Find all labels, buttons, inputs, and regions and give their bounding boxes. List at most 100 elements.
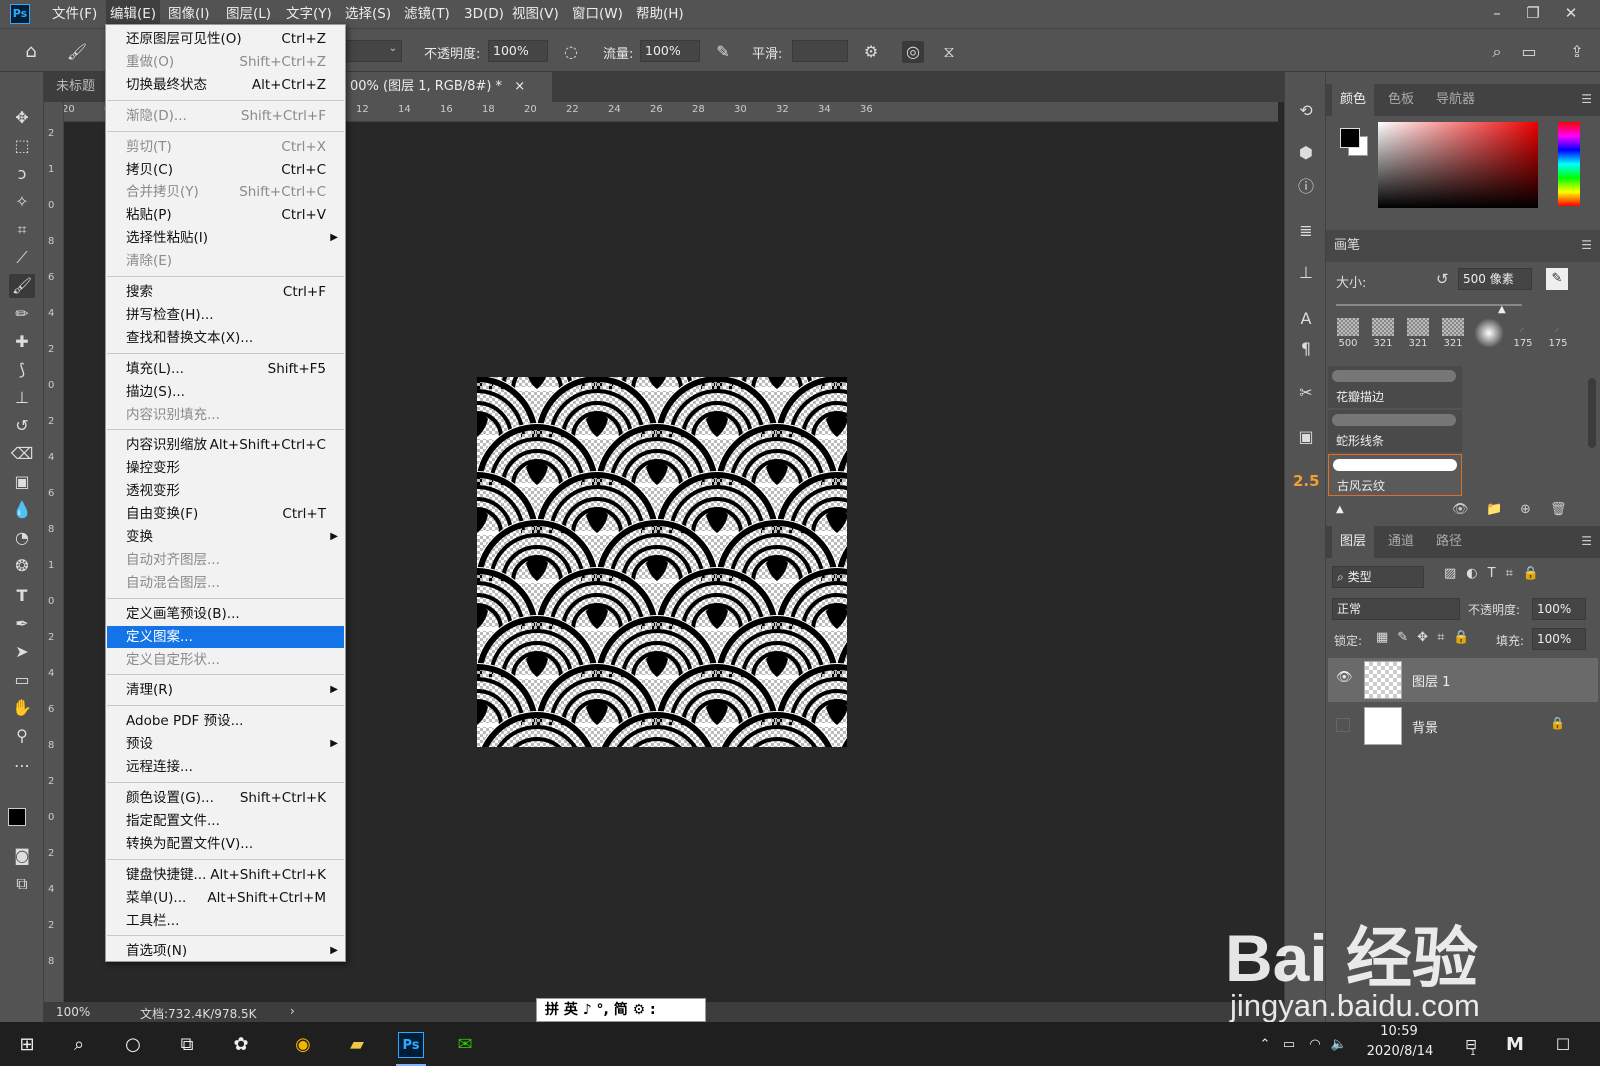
brush-preset[interactable]: 321 — [1367, 316, 1399, 354]
layer-row-2[interactable]: 背景 🔒 — [1328, 704, 1598, 748]
edit-menu-item[interactable]: 操控变形 — [107, 457, 344, 479]
pencil-tool-icon[interactable]: ✏ — [9, 302, 35, 326]
eye-icon[interactable]: 👁 — [1336, 670, 1353, 685]
type-tool-icon[interactable]: T — [9, 584, 35, 608]
airbrush-icon[interactable]: ✎ — [712, 41, 734, 63]
crop-tool-icon[interactable]: ⌗ — [9, 218, 35, 242]
windows-start-icon[interactable]: ⊞ — [14, 1032, 40, 1058]
layer-name[interactable]: 图层 1 — [1412, 671, 1450, 690]
tab-channels[interactable]: 通道 — [1380, 526, 1422, 558]
pressure-opacity-icon[interactable]: ◌ — [560, 41, 582, 63]
zoom-tool-icon[interactable]: ⚲ — [9, 724, 35, 748]
tab-swatches[interactable]: 色板 — [1380, 84, 1422, 116]
app-icon[interactable]: ✿ — [228, 1032, 254, 1058]
menu-3d[interactable]: 3D(D) — [460, 0, 508, 28]
edit-menu-item[interactable]: 描边(S)... — [107, 381, 344, 403]
battery-icon[interactable]: ▭ — [1276, 1032, 1302, 1058]
clock-date[interactable]: 2020/8/14 — [1364, 1044, 1436, 1059]
menu-window[interactable]: 窗口(W) — [568, 0, 627, 28]
quick-mask-icon[interactable]: ◙ — [9, 844, 35, 868]
eraser-tool-icon[interactable]: ⌫ — [9, 442, 35, 466]
properties-panel-icon[interactable]: ▣ — [1295, 426, 1317, 448]
minimize-icon[interactable]: – — [1482, 2, 1512, 26]
tab-close-icon[interactable]: × — [514, 79, 525, 94]
edit-menu-item[interactable]: 粘贴(P) Ctrl+V — [107, 204, 344, 226]
workspace-icon[interactable]: ▭ — [1518, 41, 1540, 63]
brush-alt-tool-icon[interactable]: ⟆ — [9, 358, 35, 382]
brush-preset[interactable] — [1472, 316, 1504, 354]
quick-select-tool-icon[interactable]: ✧ — [9, 190, 35, 214]
document-canvas[interactable] — [477, 377, 847, 747]
pen-tool-icon[interactable]: ✒ — [9, 612, 35, 636]
preview-slider-icon[interactable]: ▲ — [1336, 504, 1344, 515]
status-arrow-icon[interactable]: › — [290, 1004, 295, 1018]
edit-menu-item[interactable]: 定义画笔预设(B)... — [107, 603, 344, 625]
character-panel-icon[interactable]: A — [1295, 308, 1317, 330]
pressure-size-icon[interactable]: ◎ — [902, 41, 924, 63]
layers-panel-menu-icon[interactable]: ☰ — [1581, 534, 1592, 548]
tab-active-document[interactable]: 00% (图层 1, RGB/8#) * × — [340, 72, 552, 102]
screen-mode-icon[interactable]: ⧉ — [9, 872, 35, 896]
layer-opacity-field[interactable]: 100% — [1532, 598, 1586, 620]
stamp-tool-icon[interactable]: ⊥ — [9, 386, 35, 410]
rectangle-tool-icon[interactable]: ▭ — [9, 668, 35, 692]
new-brush-icon[interactable]: ✎ — [1546, 268, 1568, 290]
task-view-icon[interactable]: ⧉ — [174, 1032, 200, 1058]
menu-help[interactable]: 帮助(H) — [632, 0, 688, 28]
edit-menu-item[interactable]: 搜索 Ctrl+F — [107, 281, 344, 303]
edit-menu-item[interactable]: 透视变形 — [107, 480, 344, 502]
edit-menu-item[interactable]: 查找和替换文本(X)... — [107, 327, 344, 349]
path-select-tool-icon[interactable]: ➤ — [9, 640, 35, 664]
layer-row-1[interactable]: 👁 图层 1 — [1328, 658, 1598, 702]
cortana-icon[interactable]: ○ — [120, 1032, 146, 1058]
edit-menu-item[interactable]: Adobe PDF 预设... — [107, 710, 344, 732]
menu-filter[interactable]: 滤镜(T) — [400, 0, 454, 28]
brush-size-field[interactable]: 500 像素 — [1458, 268, 1532, 290]
dodge-tool-icon[interactable]: ◔ — [9, 526, 35, 550]
layer-filter-icons[interactable]: ▨◐T⌗🔒 — [1444, 566, 1549, 581]
tab-brushes[interactable]: 画笔 — [1326, 230, 1369, 262]
menu-select[interactable]: 选择(S) — [341, 0, 395, 28]
menu-file[interactable]: 文件(F) — [48, 0, 101, 28]
mode-dropdown[interactable]: ⌄ — [340, 40, 402, 62]
wifi-icon[interactable]: ◠ — [1302, 1032, 1328, 1058]
tab-layers[interactable]: 图层 — [1332, 526, 1375, 558]
brush-tool-icon[interactable]: 🖌 — [9, 274, 35, 298]
fg-color-chip[interactable] — [1340, 128, 1360, 148]
edit-menu-item[interactable]: 指定配置文件... — [107, 810, 344, 832]
eyedropper-tool-icon[interactable]: ⟋ — [9, 246, 35, 270]
edit-menu-item[interactable]: 选择性粘贴(I) ▶ — [107, 227, 344, 249]
search-icon[interactable]: ⌕ — [1486, 41, 1508, 63]
3d-panel-icon[interactable]: ⬢ — [1295, 142, 1317, 164]
edit-menu-item[interactable]: 远程连接... — [107, 756, 344, 778]
paragraph-panel-icon[interactable]: ¶ — [1295, 338, 1317, 360]
clock-time[interactable]: 10:59 — [1372, 1024, 1426, 1039]
more-tools-icon[interactable]: ⋯ — [9, 754, 35, 778]
ime-toolbar[interactable]: 拼 英 ♪ °, 简 ⚙ : — [536, 998, 706, 1022]
brush-size-slider[interactable] — [1336, 304, 1522, 306]
blend-mode-dropdown[interactable]: 正常 — [1332, 598, 1460, 620]
lock-icons[interactable]: ▦✎✥⌗🔒 — [1376, 630, 1479, 645]
folder-icon[interactable]: 📁 — [1486, 502, 1502, 517]
restore-icon[interactable]: ❐ — [1518, 2, 1548, 26]
fill-field[interactable]: 100% — [1532, 628, 1586, 650]
flow-field[interactable]: 100% — [640, 40, 700, 62]
edit-menu-item[interactable]: 还原图层可见性(O) Ctrl+Z — [107, 28, 344, 50]
gear-icon[interactable]: ⚙ — [860, 41, 882, 63]
tab-color[interactable]: 颜色 — [1332, 84, 1375, 116]
brush-settings-icon[interactable]: ≣ — [1295, 220, 1317, 242]
close-window-icon[interactable]: ✕ — [1556, 2, 1586, 26]
info-icon[interactable]: ⓘ — [1295, 176, 1317, 198]
trash-icon[interactable]: 🗑 — [1550, 502, 1567, 517]
hand-tool-icon[interactable]: ✋ — [9, 696, 35, 720]
search-icon[interactable]: ⌕ — [66, 1032, 92, 1058]
brush-preset[interactable]: 321 — [1437, 316, 1469, 354]
visibility-toggle-icon[interactable]: 👁 — [1452, 502, 1469, 517]
edit-menu-item[interactable]: 预设 ▶ — [107, 733, 344, 755]
edit-menu-item[interactable]: 菜单(U)... Alt+Shift+Ctrl+M — [107, 887, 344, 909]
marquee-tool-icon[interactable]: ⬚ — [9, 134, 35, 158]
opacity-field[interactable]: 100% — [488, 40, 548, 62]
visibility-checkbox[interactable] — [1336, 718, 1350, 732]
photoshop-taskbar-icon[interactable]: Ps — [398, 1032, 424, 1058]
panel-menu-icon[interactable]: ☰ — [1581, 92, 1592, 106]
